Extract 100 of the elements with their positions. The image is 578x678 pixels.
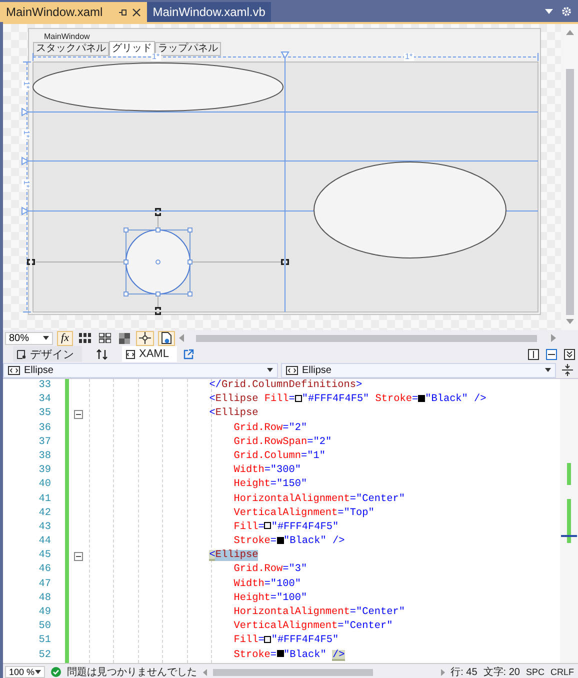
code-line: <Ellipse <box>208 549 260 564</box>
code-line: Grid.Row="3" <box>232 563 308 578</box>
line-number: 49 <box>38 606 52 620</box>
scroll-down-icon[interactable] <box>566 319 574 324</box>
line-number: 47 <box>38 578 52 592</box>
view-tab[interactable]: XAML <box>122 346 177 362</box>
line-number: 37 <box>38 436 52 450</box>
chain-link-icon[interactable] <box>281 259 289 265</box>
chain-link-icon[interactable] <box>155 208 161 216</box>
line-number: 39 <box>38 464 52 478</box>
snap-lines-button[interactable] <box>136 330 154 346</box>
column-indicator: 文字: 20 <box>483 666 520 678</box>
selected-ellipse[interactable] <box>124 228 192 296</box>
row-height-label: 1* <box>22 129 30 139</box>
grid-row-line[interactable] <box>22 156 538 166</box>
project-code-button[interactable] <box>158 330 175 346</box>
vertical-scrollbar[interactable] <box>560 379 578 663</box>
line-number: 48 <box>38 592 52 606</box>
code-line: Grid.RowSpan="2" <box>232 436 333 450</box>
grid-icon[interactable] <box>79 333 91 343</box>
code-line: </Grid.ColumnDefinitions> <box>208 379 364 393</box>
code-line: VerticalAlignment="Top" <box>232 506 376 521</box>
line-number: 40 <box>38 478 52 492</box>
row-height-label: 1* <box>22 179 30 189</box>
vertical-split-icon[interactable] <box>528 348 539 360</box>
code-line: Fill= "#FFF4F4F5" <box>232 520 340 535</box>
caret-icon[interactable] <box>267 368 273 372</box>
code-line: <Ellipse <box>208 407 260 422</box>
code-line: Fill= "#FFF4F4F5" <box>232 634 340 648</box>
code-line: Height="100" <box>232 592 308 606</box>
zoom-dropdown[interactable]: 100 % <box>5 666 45 678</box>
document-tab[interactable]: MainWindow.xaml.vb <box>146 2 272 22</box>
element-dropdown[interactable]: Ellipse <box>3 362 278 378</box>
line-ending-indicator: CRLF <box>550 667 574 677</box>
design-view-icon[interactable] <box>17 350 26 358</box>
popout-icon[interactable] <box>182 348 194 360</box>
code-line: VerticalAlignment="Center" <box>232 620 394 634</box>
line-number: 33 <box>38 379 52 393</box>
checkerboard-icon[interactable] <box>119 332 130 344</box>
collapse-icon[interactable] <box>74 410 82 419</box>
zoom-dropdown[interactable]: 80% <box>5 332 53 344</box>
chain-link-icon[interactable] <box>27 259 35 265</box>
code-line: <Ellipse Fill= "#FFF4F4F5" Stroke= "Black" /> <box>208 393 488 408</box>
swap-panes-icon[interactable] <box>96 348 108 360</box>
horizontal-split-icon[interactable] <box>546 348 557 360</box>
window-title: MainWindow <box>44 32 90 41</box>
code-line: Width="300" <box>232 464 302 478</box>
issues-status: 問題は見つかりませんでした <box>67 666 197 678</box>
line-number: 52 <box>38 648 52 663</box>
row-height-label: 1* <box>22 80 30 90</box>
vertical-scrollbar[interactable] <box>561 24 578 330</box>
code-line: Width="100" <box>232 578 302 592</box>
document-tab[interactable]: MainWindow.xaml <box>0 2 147 22</box>
element-dropdown[interactable]: Ellipse <box>281 362 556 378</box>
settings-icon[interactable] <box>561 6 572 16</box>
line-number: 42 <box>38 506 52 521</box>
scroll-up-icon[interactable] <box>566 30 574 35</box>
ellipse-shape[interactable] <box>314 162 506 258</box>
code-line: Stroke= "Black" /> <box>232 648 346 663</box>
code-line: Grid.Column="1" <box>232 450 326 464</box>
line-number: 51 <box>38 634 52 648</box>
dropdown-icon[interactable] <box>545 8 553 14</box>
element-icon <box>8 366 20 374</box>
caret-icon[interactable] <box>35 670 41 674</box>
xaml-view-icon[interactable] <box>126 350 135 358</box>
code-line: HorizontalAlignment="Center" <box>232 492 406 506</box>
whitespace-indicator: SPC <box>526 667 544 677</box>
code-line: Grid.Row="2" <box>232 422 308 436</box>
line-number: 36 <box>38 422 52 436</box>
line-indicator: 行: 45 <box>450 666 478 678</box>
grid-row-line[interactable] <box>22 108 538 116</box>
formula-button[interactable]: fx <box>57 330 73 346</box>
line-number: 46 <box>38 563 52 578</box>
line-number: 41 <box>38 492 52 506</box>
line-number: 35 <box>38 407 52 422</box>
code-line: HorizontalAlignment="Center" <box>232 606 406 620</box>
split-icon[interactable] <box>562 364 573 376</box>
collapse-pane-icon[interactable] <box>564 348 575 360</box>
line-number: 44 <box>38 535 52 550</box>
column-width-label: 1* <box>404 53 414 61</box>
line-number: 43 <box>38 520 52 535</box>
snap-grid-icon[interactable] <box>99 333 111 343</box>
code-line: Stroke= "Black" /> <box>232 535 346 550</box>
code-line: Height="150" <box>232 478 308 492</box>
ellipse-shape[interactable] <box>32 62 284 112</box>
line-number: 50 <box>38 620 52 634</box>
column-width-label: 1* <box>151 53 161 61</box>
view-tab[interactable]: デザイン <box>13 346 82 362</box>
collapse-icon[interactable] <box>74 552 82 561</box>
check-icon <box>51 667 61 677</box>
scroll-thumb[interactable] <box>566 69 574 315</box>
line-number: 34 <box>38 393 52 408</box>
panel-tab[interactable]: スタックパネル <box>33 42 109 56</box>
caret-icon[interactable] <box>43 336 49 340</box>
close-icon[interactable] <box>132 8 141 16</box>
line-number: 45 <box>38 549 52 564</box>
element-icon <box>286 366 298 374</box>
chain-link-icon[interactable] <box>155 307 161 315</box>
pin-icon[interactable] <box>118 8 127 16</box>
caret-icon[interactable] <box>545 368 551 372</box>
